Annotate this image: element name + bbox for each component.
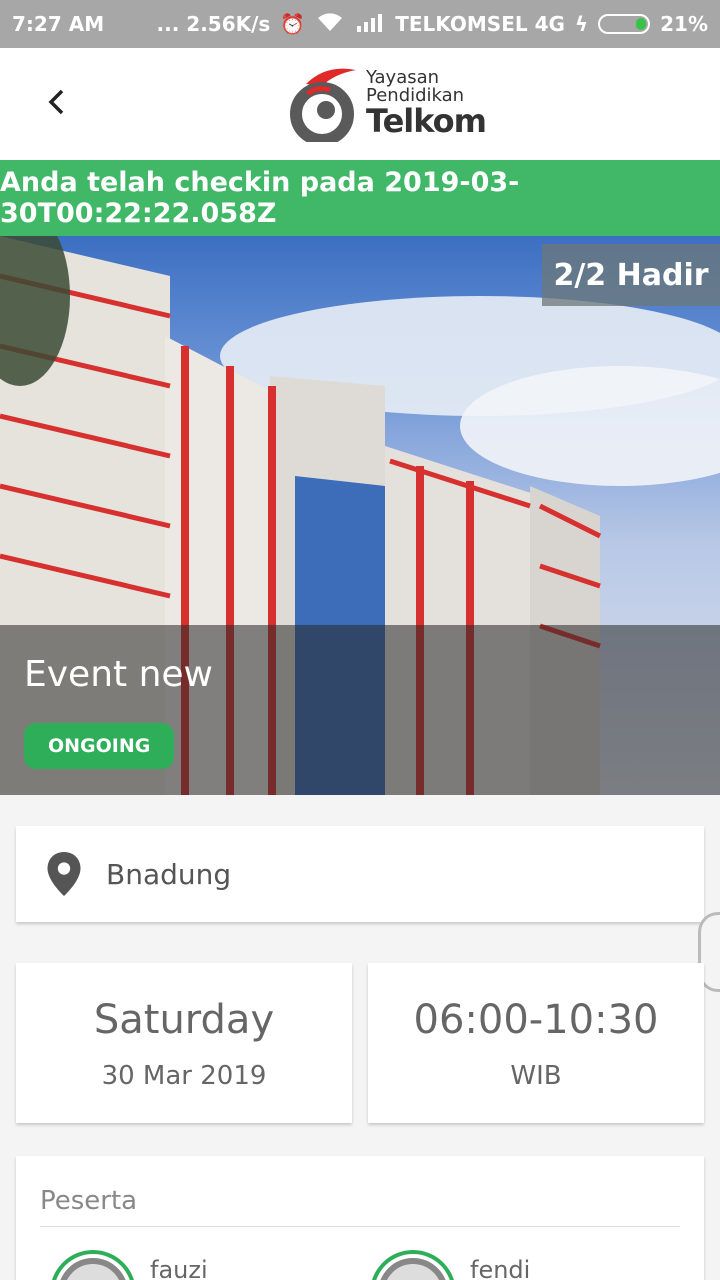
carrier-label: TELKOMSEL 4G xyxy=(395,12,565,36)
event-title: Event new xyxy=(24,654,213,695)
telkom-logo-icon xyxy=(290,68,356,142)
checkin-banner: Anda telah checkin pada 2019-03-30T00:22… xyxy=(0,160,720,236)
participants-card: Peserta fauzi fendi xyxy=(16,1156,704,1280)
chevron-left-icon xyxy=(48,89,64,115)
status-time: 7:27 AM xyxy=(12,12,105,36)
participant-name: fendi xyxy=(470,1256,531,1280)
date-card: Saturday 30 Mar 2019 xyxy=(16,963,352,1123)
status-bar: 7:27 AM ... 2.56K/s ⏰ TELKOMSEL 4G ϟ 21% xyxy=(0,0,720,48)
location-text: Bnadung xyxy=(106,857,232,891)
location-card[interactable]: Bnadung xyxy=(16,826,704,922)
participant-name: fauzi xyxy=(150,1256,208,1280)
avatar xyxy=(370,1250,456,1280)
alarm-icon: ⏰ xyxy=(280,12,306,36)
event-hero-image: 2/2 Hadir Event new ONGOING xyxy=(0,236,720,795)
logo-text-line3: Telkom xyxy=(366,102,487,140)
hero-overlay xyxy=(0,625,720,795)
participant-item[interactable]: fendi xyxy=(370,1250,530,1280)
event-day: Saturday xyxy=(93,997,275,1043)
participant-item[interactable]: fauzi xyxy=(50,1250,208,1280)
charging-icon: ϟ xyxy=(574,12,589,36)
battery-percent: 21% xyxy=(660,12,708,36)
event-timezone: WIB xyxy=(510,1061,562,1091)
attendance-badge: 2/2 Hadir xyxy=(542,244,720,306)
signal-icon xyxy=(355,12,385,37)
network-speed: ... 2.56K/s xyxy=(156,12,271,36)
avatar xyxy=(50,1250,136,1280)
event-time-range: 06:00-10:30 xyxy=(413,997,659,1043)
participants-title: Peserta xyxy=(40,1186,138,1216)
battery-icon xyxy=(598,14,651,34)
wifi-icon xyxy=(315,11,345,38)
location-pin-icon xyxy=(47,852,81,896)
back-button[interactable] xyxy=(36,82,76,122)
event-date: 30 Mar 2019 xyxy=(101,1061,267,1091)
divider xyxy=(40,1226,680,1227)
app-header: Yayasan Pendidikan Telkom xyxy=(0,48,720,160)
time-card: 06:00-10:30 WIB xyxy=(368,963,704,1123)
status-badge: ONGOING xyxy=(24,723,175,769)
telkom-logo: Yayasan Pendidikan Telkom xyxy=(286,64,487,142)
